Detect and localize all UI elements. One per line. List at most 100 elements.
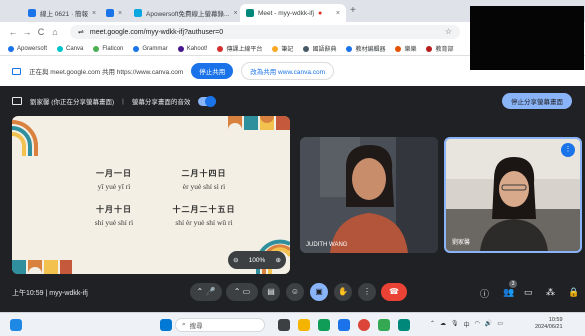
bookmark-label: 傳課上線平台 [226, 47, 263, 53]
bookmark-icon [57, 45, 64, 52]
pinyin-text: yī yuè yī rì [97, 182, 131, 191]
bookmark-item[interactable]: Apowersoft [8, 45, 48, 52]
hanzi-text: 一月一日 [96, 169, 132, 178]
stop-sharing-button[interactable]: 停止共用 [191, 63, 234, 79]
new-tab-button[interactable]: + [350, 5, 356, 16]
reload-button[interactable]: C [34, 27, 48, 37]
zoom-in-icon[interactable]: ⊕ [275, 256, 280, 264]
camera-button[interactable]: ⌃ ▭ [226, 283, 258, 301]
tab-label: Meet - myy-wdkk-ifj [258, 9, 314, 17]
bookmark-item[interactable]: 樂樂 [395, 44, 416, 53]
system-tray: ⌃ ☁ 🎙 中 ◠ 🔊 ▭ [430, 320, 503, 329]
decorative-pattern-icon [228, 116, 290, 130]
volume-icon[interactable]: 🔊 [485, 320, 492, 329]
meeting-info-icon[interactable]: ⓘ [480, 287, 489, 300]
ime-indicator[interactable]: 中 [464, 320, 470, 329]
meeting-time: 上午10:59 [12, 290, 44, 297]
taskbar: ⌕ 搜尋 ⌃ ☁ 🎙 中 ◠ 🔊 ▭ 10:59 2024/06/21 [0, 312, 585, 336]
forward-button[interactable]: → [20, 27, 34, 37]
bookmark-icon [8, 45, 14, 52]
bookmark-item[interactable]: 傳課上線平台 [217, 44, 262, 53]
site-settings-icon[interactable]: ⇌ [78, 28, 84, 36]
bookmark-item[interactable]: 國語辭典 [303, 44, 336, 53]
close-icon[interactable]: × [233, 10, 237, 17]
close-icon[interactable]: × [118, 10, 122, 17]
decorative-pattern-icon [12, 260, 72, 274]
microphone-tray-icon[interactable]: 🎙 [451, 320, 459, 329]
microphone-button[interactable]: ⌃ 🎤 [190, 283, 222, 301]
meet-app-icon[interactable] [398, 319, 410, 331]
bookmark-item[interactable]: Kahoot! [177, 45, 207, 52]
leave-call-button[interactable]: ☎ [381, 283, 407, 301]
bookmark-item[interactable]: Flaticon [93, 45, 124, 52]
start-icon[interactable] [160, 319, 172, 331]
line-icon[interactable] [378, 319, 390, 331]
battery-icon[interactable]: ▭ [497, 320, 503, 329]
close-icon[interactable]: × [92, 10, 96, 17]
present-button[interactable]: ▣ [310, 283, 328, 301]
home-button[interactable]: ⌂ [48, 27, 62, 37]
bookmark-label: 教材編輯器 [355, 47, 386, 53]
participant-tile[interactable]: JUDITH WANG [300, 137, 438, 253]
activities-icon[interactable]: ⁂ [546, 287, 555, 298]
cloud-icon[interactable]: ☁ [440, 320, 446, 329]
bookmark-label: 樂樂 [404, 47, 417, 53]
url-text: meet.google.com/myy-wdkk-ifj?authuser=0 [89, 28, 224, 36]
close-icon[interactable]: × [336, 10, 340, 17]
bookmark-item[interactable]: 教材編輯器 [346, 44, 385, 53]
tab-slides[interactable]: 線上 0621 · 簡報 × [22, 4, 100, 22]
widgets-icon[interactable] [10, 319, 22, 331]
tab-meet[interactable]: Meet - myy-wdkk-ifj ● × [240, 4, 346, 22]
stop-presenting-button[interactable]: 停止分享螢幕畫面 [502, 93, 572, 109]
participant-tile[interactable]: ⋮ 劉家馨 [444, 137, 582, 253]
chevron-up-icon[interactable]: ⌃ [430, 320, 435, 329]
participant-name: JUDITH WANG [306, 242, 348, 248]
emoji-button[interactable]: ☺ [286, 283, 304, 301]
taskbar-clock[interactable]: 10:59 2024/06/21 [535, 317, 563, 331]
bookmark-item[interactable]: Canva [57, 45, 83, 52]
people-icon[interactable]: 👥 [503, 287, 514, 298]
divider: | [122, 97, 124, 105]
meeting-code: myy-wdkk-ifj [49, 290, 88, 297]
share-message: 正在與 meet.google.com 共用 https://www.canva… [29, 69, 184, 76]
bookmark-item[interactable]: 教育部 [426, 44, 454, 53]
switch-share-button[interactable]: 改為共用 www.canva.com [241, 62, 335, 80]
edge-icon[interactable] [318, 319, 330, 331]
more-options-button[interactable]: ⋮ [358, 283, 376, 301]
tab-label: 線上 0621 · 簡報 [40, 11, 89, 18]
bookmark-icon [303, 45, 310, 52]
meet-stage: 劉家馨 (你正在分享螢幕畫面) | 螢幕分享畫面的音效 停止分享螢幕畫面 一月一… [0, 86, 585, 312]
zoom-out-icon[interactable]: ⊖ [233, 256, 238, 264]
decorative-arcs-icon [12, 120, 38, 156]
participant-name: 劉家馨 [452, 240, 471, 246]
pinyin-text: èr yuè shí sì rì [182, 182, 226, 191]
bookmark-item[interactable]: 筆記 [272, 44, 293, 53]
address-bar[interactable]: ⇌ meet.google.com/myy-wdkk-ifj?authuser=… [70, 25, 460, 39]
bookmark-icon [272, 45, 279, 52]
bookmark-label: Flaticon [102, 45, 124, 52]
file-explorer-icon[interactable] [298, 319, 310, 331]
raise-hand-button[interactable]: ✋ [334, 283, 352, 301]
clock-date: 2024/06/21 [535, 324, 563, 330]
bookmark-label: Apowersoft [17, 45, 48, 52]
store-icon[interactable] [338, 319, 350, 331]
tab-apowersoft[interactable]: Apowersoft免費線上螢幕錄... × [128, 4, 238, 22]
chrome-icon[interactable] [358, 319, 370, 331]
task-view-icon[interactable] [278, 319, 290, 331]
chat-icon[interactable]: ▭ [524, 287, 533, 298]
wifi-icon[interactable]: ◠ [475, 320, 480, 329]
captions-button[interactable]: ▤ [262, 283, 280, 301]
host-controls-icon[interactable]: 🔒 [568, 287, 579, 298]
present-screen-icon [12, 97, 22, 105]
bookmark-label: 國語辭典 [312, 47, 337, 53]
back-button[interactable]: ← [6, 27, 20, 37]
tab-unknown[interactable]: × [100, 4, 126, 22]
bookmark-icon [177, 45, 184, 52]
bookmark-label: 筆記 [281, 47, 294, 53]
search-placeholder: 搜尋 [189, 323, 203, 330]
bookmark-star-icon[interactable]: ☆ [445, 27, 452, 36]
taskbar-search[interactable]: ⌕ 搜尋 [175, 318, 265, 332]
share-audio-toggle[interactable] [198, 95, 217, 107]
bookmark-label: Grammar [142, 45, 168, 52]
bookmark-item[interactable]: Grammar [133, 45, 168, 52]
